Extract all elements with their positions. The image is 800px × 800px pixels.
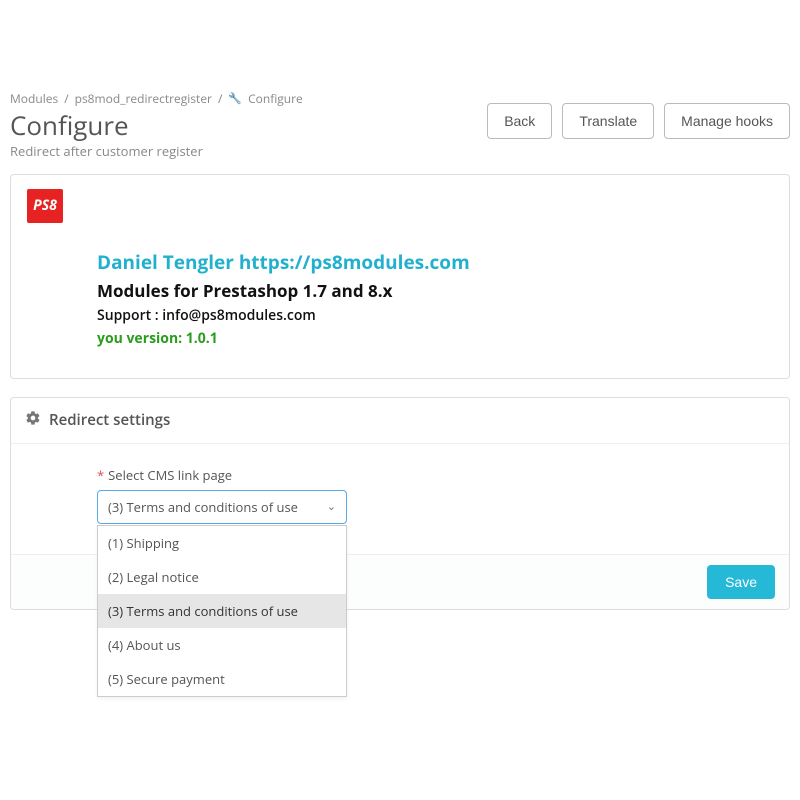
save-button[interactable]: Save [707, 565, 775, 599]
settings-panel: Redirect settings *Select CMS link page … [10, 397, 790, 610]
cms-option[interactable]: (3) Terms and conditions of use [98, 594, 346, 628]
cms-page-select[interactable]: (3) Terms and conditions of use ⌄ (1) Sh… [97, 490, 347, 524]
cms-dropdown-list: (1) Shipping(2) Legal notice(3) Terms an… [97, 525, 347, 697]
select-cms-label-text: Select CMS link page [108, 466, 232, 484]
page-title: Configure [10, 111, 203, 140]
breadcrumb-modules[interactable]: Modules [10, 90, 58, 107]
version-label: you version: 1.0.1 [97, 329, 773, 348]
chevron-down-icon: ⌄ [327, 499, 336, 514]
info-panel: PS8 Daniel Tengler https://ps8modules.co… [10, 174, 790, 379]
modules-for-label: Modules for Prestashop 1.7 and 8.x [97, 279, 773, 302]
support-label: Support : info@ps8modules.com [97, 306, 773, 325]
translate-button[interactable]: Translate [562, 103, 654, 139]
required-star: * [97, 466, 104, 484]
page-subtitle: Redirect after customer register [10, 142, 203, 160]
breadcrumb-sep: / [218, 90, 222, 107]
cms-option[interactable]: (1) Shipping [98, 526, 346, 560]
settings-heading: Redirect settings [11, 398, 789, 444]
breadcrumb-sep: / [64, 90, 68, 107]
back-button[interactable]: Back [487, 103, 552, 139]
select-value: (3) Terms and conditions of use [108, 498, 298, 516]
breadcrumb-configure: Configure [248, 90, 303, 107]
breadcrumb-module-name[interactable]: ps8mod_redirectregister [75, 90, 212, 107]
settings-heading-text: Redirect settings [49, 410, 170, 430]
wrench-icon: 🔧 [228, 91, 242, 106]
cms-option[interactable]: (5) Secure payment [98, 662, 346, 696]
select-cms-label: *Select CMS link page [97, 466, 773, 484]
manage-hooks-button[interactable]: Manage hooks [664, 103, 790, 139]
cms-option[interactable]: (4) About us [98, 628, 346, 662]
cms-option[interactable]: (2) Legal notice [98, 560, 346, 594]
gears-icon [25, 410, 41, 431]
ps8-logo-icon: PS8 [27, 189, 63, 223]
author-link[interactable]: Daniel Tengler https://ps8modules.com [97, 249, 773, 275]
